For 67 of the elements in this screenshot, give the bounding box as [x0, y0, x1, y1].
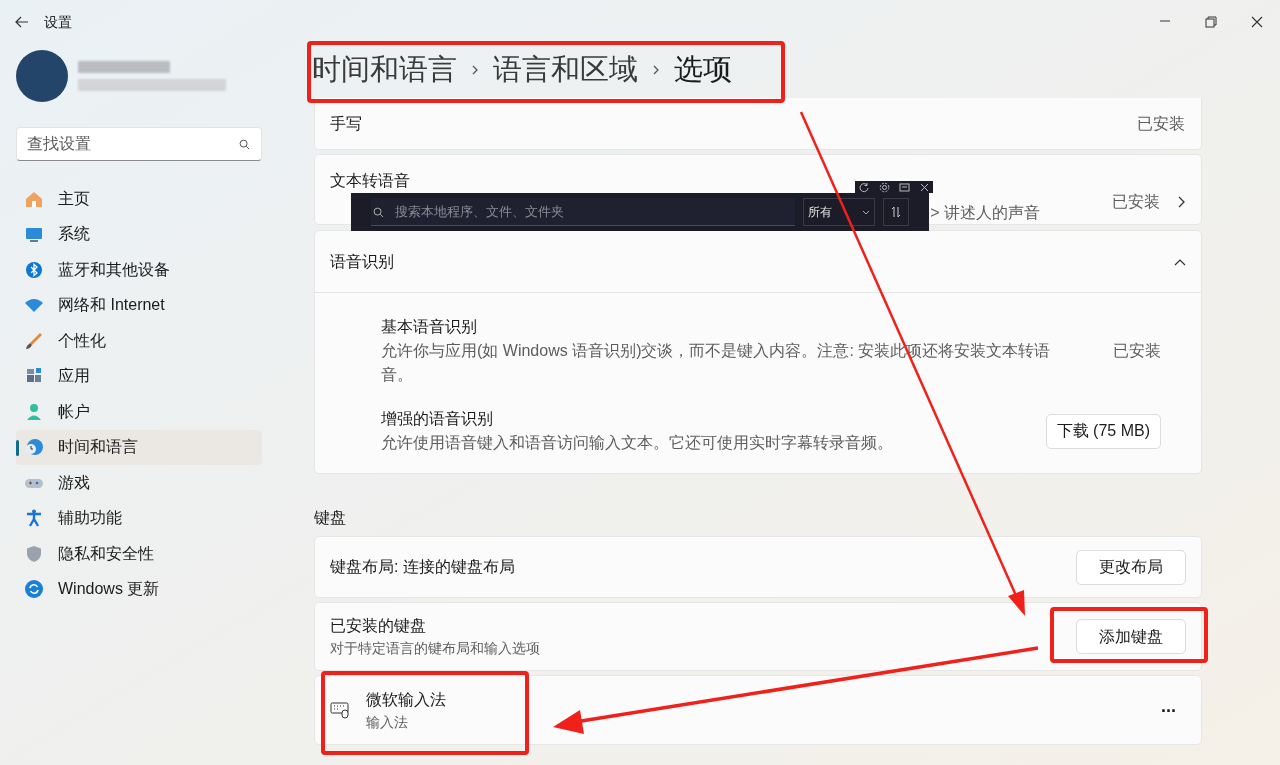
globe-clock-icon: [24, 437, 44, 458]
breadcrumb-item[interactable]: 时间和语言: [312, 48, 457, 92]
close-icon: [918, 181, 930, 193]
description-text: > 讲述人的声音: [930, 203, 1040, 223]
window-mode-button[interactable]: [897, 181, 911, 193]
breadcrumb-chevron-icon: [652, 63, 660, 77]
setting-title: 键盘布局: 连接的键盘布局: [330, 557, 515, 577]
sort-arrows-icon: [891, 206, 901, 218]
back-arrow-icon: [15, 16, 29, 28]
sidebar-item[interactable]: 主页: [16, 181, 262, 217]
shield-icon: [24, 543, 44, 564]
sidebar-item[interactable]: 帐户: [16, 394, 262, 430]
sidebar-item[interactable]: 时间和语言: [16, 429, 262, 465]
search-field[interactable]: 查找设置: [16, 127, 262, 161]
section-heading: 键盘: [314, 508, 347, 528]
sidebar-item[interactable]: 辅助功能: [16, 500, 262, 536]
close-icon: [1251, 16, 1263, 28]
sort-button[interactable]: [883, 198, 909, 226]
breadcrumb-chevron-icon: [471, 63, 479, 77]
keyboard-icon: [330, 701, 350, 719]
breadcrumb-item: 选项: [674, 52, 732, 88]
sidebar-item[interactable]: 应用: [16, 358, 262, 394]
restore-icon: [1205, 16, 1217, 28]
sidebar-item[interactable]: 个性化: [16, 323, 262, 359]
breadcrumb-item[interactable]: 语言和区域: [493, 48, 638, 92]
sidebar-item[interactable]: 游戏: [16, 465, 262, 501]
change-layout-button[interactable]: 更改布局: [1076, 549, 1186, 585]
status-text: 已安装: [1113, 341, 1161, 361]
status-text: 已安装: [1137, 113, 1186, 134]
setting-title: 微软输入法: [366, 689, 447, 710]
sidebar-item[interactable]: 蓝牙和其他设备: [16, 252, 262, 288]
setting-title: 基本语音识别: [381, 317, 478, 337]
description-text: 对于特定语言的键布局和输入选项: [330, 639, 540, 658]
sidebar-item[interactable]: 系统: [16, 216, 262, 252]
person-icon: [24, 401, 44, 422]
expander-header[interactable]: 语音识别: [315, 231, 1201, 292]
list-item[interactable]: 微软输入法 输入法 ...: [314, 675, 1202, 745]
settings-button[interactable]: [877, 181, 891, 193]
add-keyboard-button[interactable]: 添加键盘: [1076, 619, 1186, 654]
setting-title: 已安装的键盘: [330, 616, 427, 636]
description-text: 输入法: [366, 712, 409, 732]
filter-dropdown[interactable]: 所有: [803, 198, 875, 226]
chevron-up-icon: [1174, 257, 1186, 266]
accessibility-icon: [24, 508, 44, 529]
window-mode-icon: [898, 181, 910, 193]
avatar: [16, 50, 68, 102]
settings-icon: [878, 181, 890, 193]
more-button[interactable]: ...: [1151, 692, 1186, 728]
bluetooth-icon: [24, 259, 44, 280]
refresh-button[interactable]: [857, 181, 871, 193]
brush-icon: [24, 330, 44, 351]
setting-title: 文本转语音: [330, 171, 410, 191]
setting-title: 手写: [330, 113, 362, 134]
launcher-search-field[interactable]: 搜索本地程序、文件、文件夹: [371, 198, 795, 226]
status-text: 已安装: [1112, 192, 1160, 212]
sidebar-item[interactable]: 网络和 Internet: [16, 287, 262, 323]
sidebar-item[interactable]: Windows 更新: [16, 571, 262, 607]
refresh-icon: [858, 181, 870, 193]
search-icon: [239, 139, 250, 150]
window-title: 设置: [44, 12, 72, 32]
refresh-icon: [24, 579, 44, 600]
download-button[interactable]: 下载 (75 MB): [1045, 413, 1161, 449]
chevron-down-icon: [862, 209, 870, 215]
chevron-right-icon: [1176, 195, 1186, 209]
sidebar-item[interactable]: 隐私和安全性: [16, 536, 262, 572]
description-text: 允许使用语音键入和语音访问输入文本。它还可使用实时字幕转录音频。: [381, 433, 894, 453]
setting-title: 增强的语音识别: [381, 409, 494, 429]
